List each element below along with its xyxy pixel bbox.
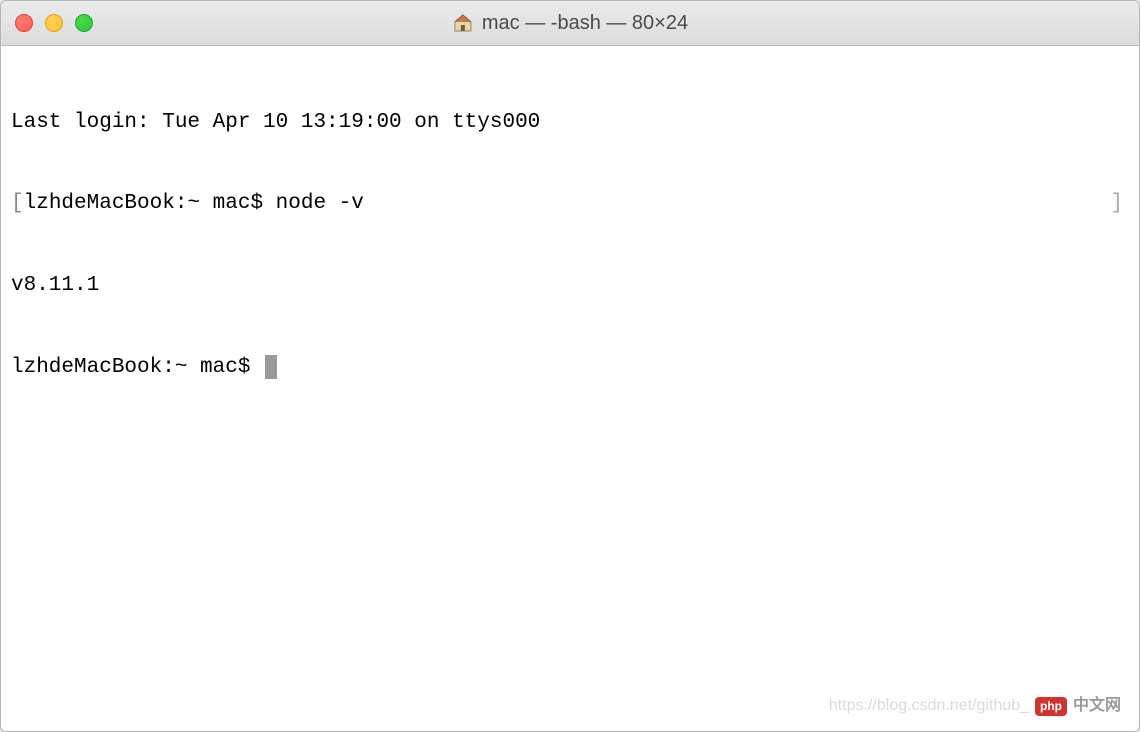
titlebar[interactable]: mac — -bash — 80×24: [1, 1, 1139, 46]
terminal-line-3: lzhdeMacBook:~ mac$: [11, 354, 1129, 381]
terminal-line-0: Last login: Tue Apr 10 13:19:00 on ttys0…: [11, 109, 1129, 136]
close-button[interactable]: [15, 14, 33, 32]
window-title: mac — -bash — 80×24: [482, 12, 688, 35]
watermark-badge: php: [1035, 697, 1067, 717]
home-icon: [452, 12, 474, 34]
maximize-button[interactable]: [75, 14, 93, 32]
minimize-button[interactable]: [45, 14, 63, 32]
terminal-line-1: [lzhdeMacBook:~ mac$ node -v]: [11, 190, 1129, 217]
watermark: https://blog.csdn.net/github_ php 中文网: [829, 696, 1121, 717]
watermark-url: https://blog.csdn.net/github_: [829, 696, 1029, 717]
window-title-area: mac — -bash — 80×24: [452, 12, 688, 35]
terminal-window: mac — -bash — 80×24 Last login: Tue Apr …: [0, 0, 1140, 732]
traffic-lights: [15, 14, 93, 32]
terminal-body[interactable]: Last login: Tue Apr 10 13:19:00 on ttys0…: [1, 46, 1139, 731]
cursor-icon: [265, 355, 277, 379]
terminal-line-2: v8.11.1: [11, 272, 1129, 299]
watermark-cn: 中文网: [1073, 696, 1121, 717]
